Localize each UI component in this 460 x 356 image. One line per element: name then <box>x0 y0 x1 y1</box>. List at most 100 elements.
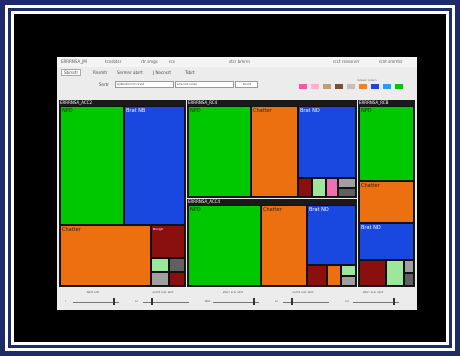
slider-title: snhrt srsr sbrt <box>152 290 174 294</box>
cell-label: Brat ND <box>309 207 329 213</box>
slider-5[interactable]: stbrr srsr sbrt rsr <box>343 288 403 309</box>
color-swatch <box>323 84 331 89</box>
cell-label: Chatter <box>263 207 282 213</box>
menu-item-right-1[interactable]: rcct rsnssnrrr <box>333 59 360 64</box>
swatch-note: rsrsssr rsrsrn <box>357 78 377 82</box>
treemap-cell-tiny-1[interactable] <box>298 178 312 197</box>
app-window: ERRRNSA_JM tcnsbtsr rtr smgs rcs stcr bm… <box>57 57 417 310</box>
slider-value: r <box>65 299 67 303</box>
cell-label: NPD <box>190 207 201 213</box>
cell-label: Brsrgtr <box>153 227 164 231</box>
slider-title: snhrt srsr sbrt <box>292 290 314 294</box>
menu-item-4[interactable]: rcs <box>169 59 175 64</box>
treemap-panel-3: ERRRNSA_ACC4 NPD Chatter Brat ND <box>187 199 357 287</box>
treemap-cell-tiny-3[interactable] <box>326 178 338 197</box>
treemap-cell-tiny-4[interactable] <box>338 178 356 188</box>
slider-3[interactable]: stbrr srsr sbrt Nbt <box>203 288 263 309</box>
treemap-cell-tiny-1[interactable] <box>151 258 169 272</box>
slider-title: stbrr srsr sbrt <box>362 290 384 294</box>
treemap-cell-brat[interactable]: Brat ND <box>307 205 356 265</box>
menu-item-right-2[interactable]: rcnt smrrtsr <box>379 59 403 64</box>
color-swatch <box>347 84 355 89</box>
treemap-cell-npd[interactable]: NPD <box>359 106 414 181</box>
treemap-cell-brat[interactable]: Brat ND <box>359 223 414 260</box>
cell-label: Brat ND <box>300 108 320 114</box>
tab-2[interactable]: Rnsmtr <box>93 70 108 75</box>
treemap-cell-chatter[interactable]: Chatter <box>359 181 414 223</box>
treemap-cell-small[interactable]: Brsrgtr <box>151 225 185 258</box>
treemap-cell-tiny-2[interactable] <box>386 260 404 286</box>
slider-track[interactable] <box>143 302 189 303</box>
tab-1[interactable]: Sbrsstr <box>61 69 82 76</box>
treemap-cell-tiny-1[interactable] <box>359 260 386 286</box>
treemap-cell-chatter[interactable]: Chatter <box>251 106 298 197</box>
treemap-panel-2: ERRRNSA_RC4 NPD Chatter Brat ND <box>187 100 357 198</box>
treemap-cell-tiny-4[interactable] <box>341 276 356 286</box>
color-swatch <box>395 84 403 89</box>
menu-item-2[interactable]: tcnsbtsr <box>105 59 121 64</box>
cell-label: NPD <box>190 108 201 114</box>
color-swatch <box>371 84 379 89</box>
treemap-cell-npd[interactable]: NPD <box>188 106 251 197</box>
slider-4[interactable]: snhrt srsr sbrt sr <box>273 288 333 309</box>
sort-label: Snrtr <box>99 82 109 87</box>
cell-label: Chatter <box>62 227 81 233</box>
treemap-cell-tiny-2[interactable] <box>169 258 185 272</box>
slider-value: sr <box>275 299 278 303</box>
cell-label: NPD <box>62 108 73 114</box>
treemap-cell-chatter[interactable]: Chatter <box>60 225 151 286</box>
cell-label: Chatter <box>253 108 272 114</box>
color-swatch <box>299 84 307 89</box>
treemap-cell-tiny-3[interactable] <box>404 260 414 273</box>
control-bar: Snrtr bjrtbntrnrmt nrsst smrrrnt rsnsn R… <box>57 78 417 90</box>
treemap-cell-tiny-1[interactable] <box>307 265 327 286</box>
cell-label: Brat NB <box>126 108 146 114</box>
treemap-panel-4: ERRRNSA_RCB NPD Chatter Brat ND <box>358 100 415 287</box>
slider-bar: Nbrt srtr r snhrt srsr sbrt sr stbrr srs… <box>57 287 417 310</box>
color-swatch <box>311 84 319 89</box>
menu-bar: ERRRNSA_JM tcnsbtsr rtr smgs rcs stcr bm… <box>57 57 417 67</box>
tab-3[interactable]: Snrmnr abrrt <box>117 70 143 75</box>
primary-select[interactable]: bjrtbntrnrmt nrsst <box>115 81 174 88</box>
slider-1[interactable]: Nbrt srtr r <box>63 288 123 309</box>
treemap-cell-chatter[interactable]: Chatter <box>261 205 307 286</box>
treemap-cell-brat[interactable]: Brat NB <box>124 106 185 225</box>
slider-knob[interactable] <box>151 298 153 305</box>
treemap-cell-tiny-5[interactable] <box>338 188 356 197</box>
treemap-cell-npd[interactable]: NPD <box>60 106 124 225</box>
slider-title: stbrr srsr sbrt <box>222 290 244 294</box>
color-swatch <box>335 84 343 89</box>
tab-4[interactable]: J Nocnsrt <box>153 70 171 75</box>
slider-knob[interactable] <box>253 298 255 305</box>
tab-5[interactable]: Tsbrt <box>185 70 195 75</box>
secondary-select[interactable]: smrrrnt rsnsn <box>175 81 234 88</box>
slider-2[interactable]: snhrt srsr sbrt sr <box>133 288 193 309</box>
slider-title: Nbrt srtr <box>86 290 100 294</box>
slider-value: rsr <box>345 299 350 303</box>
color-swatch <box>359 84 367 89</box>
slider-knob[interactable] <box>393 298 395 305</box>
slider-knob[interactable] <box>113 298 115 305</box>
treemap-cell-tiny-4[interactable] <box>169 272 185 286</box>
slider-knob[interactable] <box>291 298 293 305</box>
treemap-cell-tiny-2[interactable] <box>312 178 326 197</box>
slider-value: Nbt <box>205 299 211 303</box>
treemap-cell-tiny-3[interactable] <box>341 265 356 276</box>
cell-label: Chatter <box>361 183 380 189</box>
treemap-cell-tiny-3[interactable] <box>151 272 169 286</box>
treemap-cell-npd[interactable]: NPD <box>188 205 261 286</box>
treemap-cell-tiny-4[interactable] <box>404 273 414 286</box>
menu-center-title: stcr bmrrn <box>229 59 250 64</box>
menu-item-3[interactable]: rtr smgs <box>141 59 158 64</box>
tab-strip: Sbrsstr Rnsmtr Snrmnr abrrt J Nocnsrt Ts… <box>57 68 417 77</box>
treemap-cell-tiny-2[interactable] <box>327 265 341 286</box>
slider-track[interactable] <box>283 302 329 303</box>
slider-value: sr <box>135 299 138 303</box>
cell-label: Brat ND <box>361 225 381 231</box>
treemap-cell-brat[interactable]: Brat ND <box>298 106 356 178</box>
color-swatch <box>383 84 391 89</box>
menu-item-file[interactable]: ERRRNSA_JM <box>61 59 87 64</box>
treemap: ERRRNSA_ACC2 NPD Brat NB Chatter Brsrgtr… <box>59 100 415 287</box>
treemap-panel-1: ERRRNSA_ACC2 NPD Brat NB Chatter Brsrgtr <box>59 100 186 287</box>
refresh-button[interactable]: Rnrnt <box>235 81 258 88</box>
